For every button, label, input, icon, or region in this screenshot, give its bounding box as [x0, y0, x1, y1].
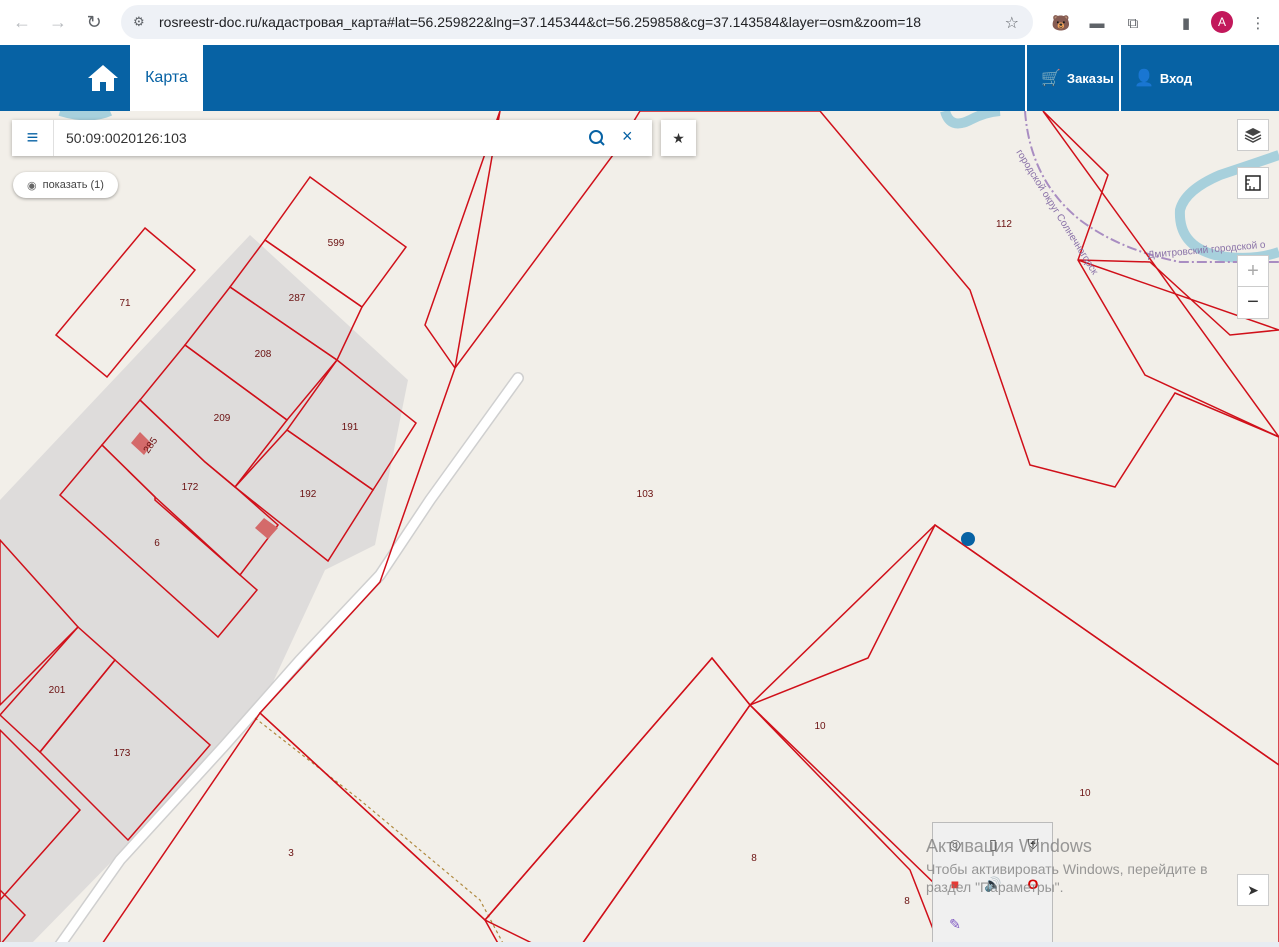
windows-activation-line: раздел "Параметры".	[926, 879, 1064, 895]
side-panel-icon[interactable]: ▮	[1174, 11, 1198, 35]
parcel-label: 10	[814, 721, 826, 732]
search-panel: ≡ ×	[12, 120, 652, 156]
parcel-label: 3	[288, 848, 294, 859]
parcel-label: 6	[154, 538, 160, 549]
extension-icon[interactable]: 🐻	[1049, 11, 1073, 35]
orders-button[interactable]: 🛒 Заказы	[1041, 45, 1114, 111]
home-icon	[88, 65, 118, 91]
parcel-label: 112	[996, 219, 1012, 230]
ruler-button[interactable]	[1237, 167, 1269, 199]
back-icon[interactable]: ←	[4, 4, 40, 40]
profile-avatar[interactable]: A	[1211, 11, 1233, 33]
cadastral-search-input[interactable]	[66, 130, 566, 146]
menu-kebab-icon[interactable]: ⋮	[1246, 11, 1270, 35]
reload-icon[interactable]: ↻	[76, 4, 112, 40]
parcel-label: 71	[119, 298, 131, 309]
browser-toolbar: ← → ↻ ⚙ rosreestr-doc.ru/кадастровая_кар…	[0, 0, 1279, 45]
admin-boundary-label: городской округ Солнечногорск	[1013, 148, 1100, 278]
parcel-label: 192	[300, 489, 317, 500]
address-bar[interactable]: ⚙ rosreestr-doc.ru/кадастровая_карта#lat…	[121, 5, 1033, 39]
tab-map[interactable]: Карта	[130, 45, 203, 111]
parcel-label: 208	[255, 349, 272, 360]
url-text[interactable]: rosreestr-doc.ru/кадастровая_карта#lat=5…	[159, 14, 999, 30]
parcel-label: 10	[1079, 788, 1091, 799]
site-info-icon[interactable]: ⚙	[133, 14, 155, 30]
search-icon[interactable]	[587, 128, 607, 148]
eye-icon: ◉	[27, 179, 37, 192]
cadastral-map[interactable]: 599 287 71 208 209 191 285 172 192 6 201…	[0, 111, 1279, 947]
extensions-puzzle-icon[interactable]: ⧉	[1121, 11, 1145, 35]
pen-icon[interactable]: ✎	[944, 913, 966, 935]
zoom-in-button[interactable]: +	[1238, 256, 1268, 287]
parcel-label: 201	[49, 685, 66, 696]
parcel-label: 209	[214, 413, 231, 424]
layers-icon	[1244, 128, 1262, 143]
home-button[interactable]	[78, 45, 128, 111]
extension-shield-icon[interactable]: ▬	[1085, 11, 1109, 35]
parcel-label: 599	[328, 238, 345, 249]
windows-activation-title: Активация Windows	[926, 836, 1092, 856]
windows-activation-line: Чтобы активировать Windows, перейдите в	[926, 861, 1208, 877]
show-results-button[interactable]: ◉ показать (1)	[13, 172, 118, 198]
ruler-icon	[1245, 175, 1261, 191]
header-divider	[1025, 45, 1027, 111]
show-results-label: показать (1)	[42, 179, 104, 191]
locate-arrow-icon: ➤	[1247, 881, 1259, 898]
user-icon: 👤	[1134, 70, 1154, 87]
locate-button[interactable]: ➤	[1237, 874, 1269, 906]
parcel-label: 191	[342, 422, 359, 433]
parcel-label: 287	[289, 293, 306, 304]
cart-icon: 🛒	[1041, 70, 1061, 87]
orders-label: Заказы	[1066, 70, 1114, 86]
favorites-star-icon[interactable]: ★	[661, 120, 696, 156]
login-button[interactable]: 👤 Вход	[1134, 45, 1192, 111]
header-divider	[1119, 45, 1121, 111]
parcel-label: 8	[904, 896, 910, 907]
windows-activation-text: Чтобы активировать Windows, перейдите в …	[926, 860, 1208, 896]
bookmark-star-icon[interactable]: ☆	[1005, 13, 1019, 33]
clear-icon[interactable]: ×	[622, 126, 633, 147]
map-canvas[interactable]: 599 287 71 208 209 191 285 172 192 6 201…	[0, 111, 1279, 947]
app-header: Карта 🛒 Заказы 👤 Вход	[0, 45, 1279, 111]
forward-icon[interactable]: →	[40, 4, 76, 40]
zoom-controls: + −	[1237, 255, 1269, 319]
parcel-label: 173	[114, 748, 131, 759]
parcel-label: 8	[751, 853, 757, 864]
parcel-label-selected: 103	[637, 489, 654, 500]
parcel-label: 172	[182, 482, 199, 493]
login-label: Вход	[1159, 70, 1193, 86]
bottom-strip	[0, 942, 1279, 947]
layers-button[interactable]	[1237, 119, 1269, 151]
menu-hamburger-icon[interactable]: ≡	[12, 120, 54, 156]
zoom-out-button[interactable]: −	[1238, 287, 1268, 318]
